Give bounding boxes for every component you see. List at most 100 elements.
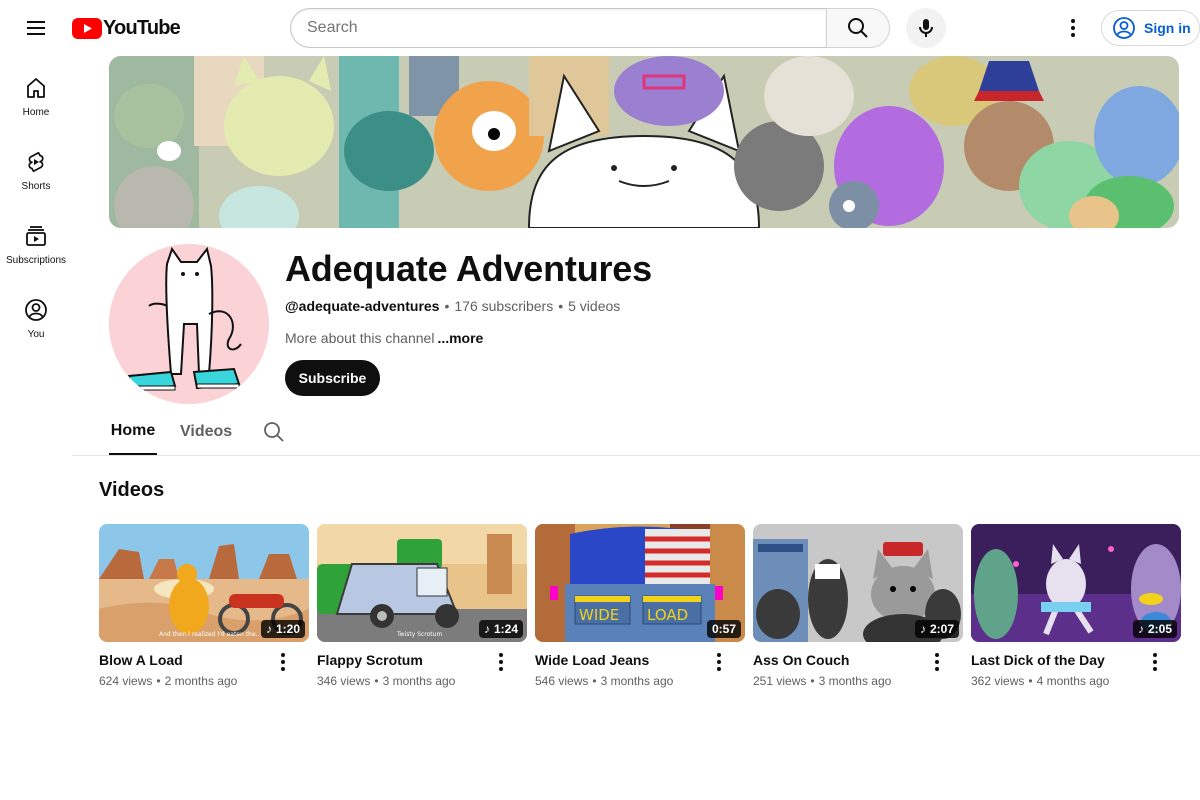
video-thumbnail[interactable]: And then I realized I'd eaten the... ♪ 1:… [99, 524, 309, 642]
meta-separator: • [444, 298, 450, 314]
more-vertical-icon [281, 653, 285, 671]
video-meta: 251 views • 3 months ago [753, 674, 891, 688]
search-button[interactable] [826, 8, 890, 48]
upload-age: 3 months ago [382, 674, 456, 688]
description-text: More about this channel [285, 330, 435, 346]
sidebar-item-label: Home [22, 107, 50, 118]
duration-badge: ♪ 2:05 [1132, 620, 1177, 638]
video-meta: 346 views • 3 months ago [317, 674, 455, 688]
meta-separator: • [156, 674, 161, 688]
you-icon [25, 299, 47, 321]
video-thumbnail[interactable]: ♪ 2:07 [753, 524, 963, 642]
video-menu-button[interactable] [707, 650, 731, 674]
view-count: 546 views [535, 674, 589, 688]
more-link[interactable]: ...more [437, 330, 483, 346]
music-note-icon: ♪ [265, 622, 272, 636]
video-menu-button[interactable] [925, 650, 949, 674]
thumbnail-text-left: WIDE [579, 606, 619, 624]
more-vertical-icon [1153, 653, 1157, 671]
search-icon [264, 421, 284, 442]
view-count: 624 views [99, 674, 153, 688]
meta-separator: • [592, 674, 597, 688]
video-title[interactable]: Last Dick of the Day [971, 652, 1105, 668]
subscriber-count: 176 subscribers [454, 298, 554, 314]
more-vertical-icon [499, 653, 503, 671]
video-card: WIDE LOAD 0:57 Wide Load Jeans 546 views… [535, 524, 745, 688]
tab-home[interactable]: Home [109, 408, 157, 455]
view-count: 346 views [317, 674, 371, 688]
subscriptions-icon [26, 226, 46, 246]
account-icon [1113, 17, 1135, 39]
channel-meta: @adequate-adventures • 176 subscribers • 5 v… [285, 298, 620, 314]
section-title: Videos [99, 479, 165, 501]
video-menu-button[interactable] [1143, 650, 1167, 674]
video-meta: 624 views • 2 months ago [99, 674, 237, 688]
sidebar-item-home[interactable]: Home [0, 56, 72, 130]
youtube-logo[interactable]: YouTube [72, 16, 181, 39]
channel-handle: @adequate-adventures [285, 298, 440, 314]
settings-button[interactable] [1053, 8, 1093, 48]
music-note-icon: ♪ [483, 622, 490, 636]
thumbnail-text-right: LOAD [647, 606, 688, 624]
upload-age: 3 months ago [600, 674, 674, 688]
video-menu-button[interactable] [271, 650, 295, 674]
duration-badge: ♪ 2:07 [914, 620, 959, 638]
menu-icon[interactable] [16, 8, 56, 48]
meta-separator: • [558, 298, 564, 314]
youtube-logo-text: YouTube [103, 16, 181, 39]
duration-badge: ♪ 1:24 [478, 620, 523, 638]
shorts-icon [28, 151, 44, 173]
sidebar-item-shorts[interactable]: Shorts [0, 130, 72, 204]
duration-text: 0:57 [711, 622, 736, 636]
sidebar-item-label: You [27, 329, 45, 340]
video-meta: 362 views • 4 months ago [971, 674, 1109, 688]
search-input[interactable] [290, 8, 826, 48]
channel-banner [109, 56, 1179, 228]
youtube-logo-icon [72, 17, 102, 39]
video-card: Twisty Scrotum ♪ 1:24 Flappy Scrotum 346 … [317, 524, 527, 688]
video-title[interactable]: Blow A Load [99, 652, 183, 668]
duration-badge: ♪ 1:20 [260, 620, 305, 638]
meta-separator: • [810, 674, 815, 688]
sidebar: Home Shorts Subscriptions You [0, 56, 72, 352]
subscribe-button[interactable]: Subscribe [285, 360, 380, 396]
video-thumbnail[interactable]: Twisty Scrotum ♪ 1:24 [317, 524, 527, 642]
sidebar-item-label: Shorts [21, 181, 51, 192]
upload-age: 2 months ago [164, 674, 238, 688]
music-note-icon: ♪ [1137, 622, 1144, 636]
view-count: 362 views [971, 674, 1025, 688]
video-count: 5 videos [568, 298, 621, 314]
thumbnail-caption: Twisty Scrotum [396, 631, 442, 638]
channel-avatar [109, 244, 269, 404]
sidebar-item-subscriptions[interactable]: Subscriptions [0, 204, 72, 278]
video-title[interactable]: Flappy Scrotum [317, 652, 423, 668]
sign-in-button[interactable]: Sign in [1101, 10, 1200, 46]
video-title[interactable]: Ass On Couch [753, 652, 849, 668]
video-card: ♪ 2:07 Ass On Couch 251 views • 3 months ag… [753, 524, 963, 688]
channel-name: Adequate Adventures [285, 248, 652, 289]
voice-search-button[interactable] [906, 8, 946, 48]
channel-search-button[interactable] [260, 408, 288, 455]
video-thumbnail[interactable]: ♪ 2:05 [971, 524, 1181, 642]
sidebar-item-label: Subscriptions [5, 255, 67, 266]
duration-text: 2:05 [1147, 622, 1172, 636]
channel-description[interactable]: More about this channel ...more [285, 330, 483, 346]
duration-text: 1:20 [275, 622, 300, 636]
duration-text: 2:07 [929, 622, 954, 636]
sign-in-label: Sign in [1144, 20, 1191, 36]
sidebar-item-you[interactable]: You [0, 278, 72, 352]
more-vertical-icon [717, 653, 721, 671]
more-vertical-icon [935, 653, 939, 671]
more-vertical-icon [1071, 19, 1075, 37]
video-title[interactable]: Wide Load Jeans [535, 652, 649, 668]
upload-age: 3 months ago [818, 674, 892, 688]
tab-videos[interactable]: Videos [180, 408, 232, 455]
video-menu-button[interactable] [489, 650, 513, 674]
home-icon [27, 78, 45, 98]
search-icon [848, 18, 868, 38]
view-count: 251 views [753, 674, 807, 688]
video-thumbnail[interactable]: WIDE LOAD 0:57 [535, 524, 745, 642]
meta-separator: • [1028, 674, 1033, 688]
duration-badge: 0:57 [706, 620, 741, 638]
thumbnail-caption: And then I realized I'd eaten the... [159, 631, 261, 638]
